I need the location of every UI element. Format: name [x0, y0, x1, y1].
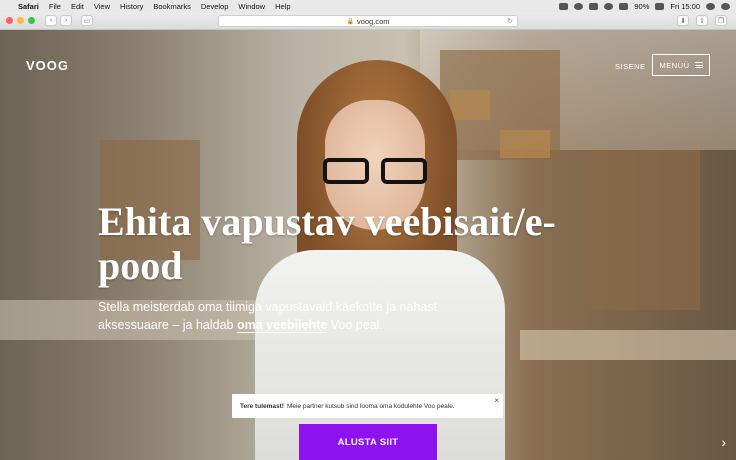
url-text: voog.com — [356, 16, 390, 26]
cloud-icon[interactable] — [559, 2, 569, 10]
spotlight-search-icon[interactable] — [706, 2, 715, 10]
menu-history[interactable]: History — [120, 2, 143, 11]
address-bar[interactable]: 🔒 voog.com ↻ — [218, 15, 518, 27]
toast-message: Meie partner kutsub sind looma oma kodul… — [286, 402, 455, 410]
sync-icon[interactable] — [574, 2, 584, 10]
battery-icon[interactable] — [655, 2, 665, 10]
welcome-toast: Tere tulemast! Meie partner kutsub sind … — [232, 394, 503, 418]
chevron-right-icon[interactable]: › — [721, 434, 726, 450]
close-icon[interactable]: × — [494, 396, 499, 405]
start-here-button[interactable]: ALUSTA SIIT — [299, 424, 437, 460]
menubar-status-area: 90% Fri 15:00 — [559, 2, 730, 11]
notification-center-icon[interactable] — [721, 2, 730, 10]
menu-safari[interactable]: Safari — [18, 2, 39, 11]
window-controls — [6, 17, 35, 24]
wifi-icon[interactable] — [604, 2, 614, 10]
hamburger-icon — [694, 62, 703, 68]
menu-label: MENÜÜ — [659, 60, 690, 70]
background-table-right — [520, 330, 736, 360]
tabs-overview-button[interactable]: ❐ — [715, 15, 727, 26]
hero-subtitle: Stella meisterdab oma tiimiga vapustavai… — [98, 298, 458, 334]
downloads-button[interactable]: ⬇ — [677, 15, 689, 26]
signin-link[interactable]: SISENE — [615, 62, 646, 71]
background-box — [500, 130, 550, 158]
menu-bookmarks[interactable]: Bookmarks — [153, 2, 191, 11]
voog-logo[interactable]: VOOG — [26, 58, 69, 73]
hero-headline: Ehita vapustav veebisait/e-pood — [98, 199, 556, 288]
toolbar-right-actions: ⬇ ⇧ ❐ — [677, 15, 730, 26]
back-button[interactable]: ‹ — [45, 15, 57, 26]
zoom-window-icon[interactable] — [28, 17, 35, 24]
share-button[interactable]: ⇧ — [696, 15, 708, 26]
display-icon[interactable] — [589, 2, 599, 10]
volume-icon[interactable] — [619, 2, 629, 10]
menu-develop[interactable]: Develop — [201, 2, 229, 11]
forward-button[interactable]: › — [60, 15, 72, 26]
lock-icon: 🔒 — [346, 18, 354, 25]
browser-toolbar: ‹ › ▭ 🔒 voog.com ↻ ⬇ ⇧ ❐ — [0, 12, 736, 30]
menu-help[interactable]: Help — [275, 2, 290, 11]
menu-edit[interactable]: Edit — [71, 2, 84, 11]
macos-menu-bar: Safari File Edit View History Bookmarks … — [0, 0, 736, 12]
menu-view[interactable]: View — [94, 2, 110, 11]
menu-file[interactable]: File — [49, 2, 61, 11]
clock[interactable]: Fri 15:00 — [670, 2, 700, 11]
subtitle-text-end: Voo peal. — [327, 318, 383, 332]
person-glasses — [323, 158, 427, 184]
minimize-window-icon[interactable] — [17, 17, 24, 24]
close-window-icon[interactable] — [6, 17, 13, 24]
toast-title: Tere tulemast! — [240, 402, 284, 410]
reload-icon[interactable]: ↻ — [507, 17, 513, 25]
website-link[interactable]: oma veebilehte — [236, 318, 328, 333]
menu-button[interactable]: MENÜÜ — [652, 54, 710, 76]
sidebar-toggle-button[interactable]: ▭ — [81, 15, 93, 26]
battery-percent[interactable]: 90% — [634, 2, 649, 11]
menu-window[interactable]: Window — [238, 2, 265, 11]
